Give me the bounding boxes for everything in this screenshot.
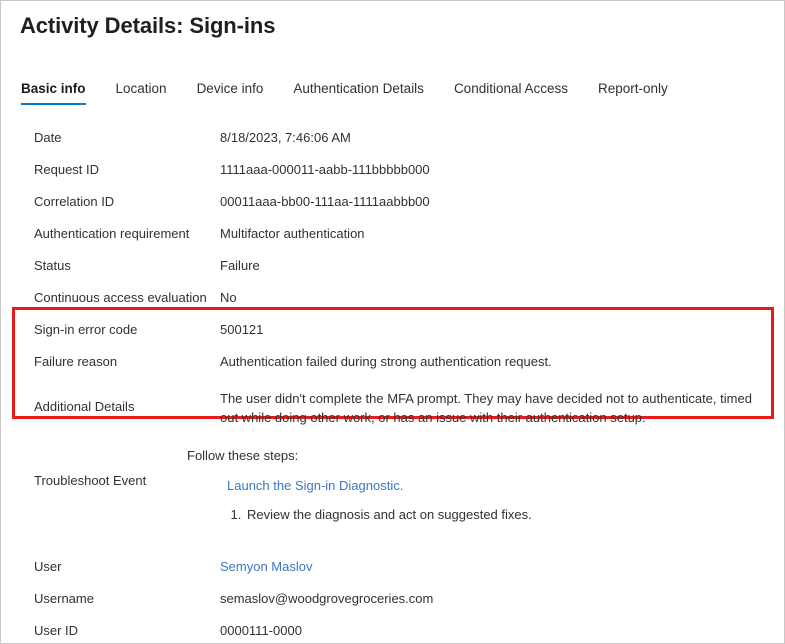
user-detail-rows: User Semyon Maslov Username semaslov@woo… bbox=[1, 550, 785, 644]
tab-basic-info[interactable]: Basic info bbox=[21, 81, 86, 105]
detail-value: No bbox=[220, 289, 785, 306]
detail-value: 00011aaa-bb00-111aa-1111aabbb00 bbox=[220, 193, 785, 210]
detail-label: Username bbox=[34, 590, 220, 607]
troubleshoot-label: Troubleshoot Event bbox=[1, 473, 187, 488]
detail-value: The user didn't complete the MFA prompt.… bbox=[220, 389, 767, 427]
detail-row-correlation-id: Correlation ID 00011aaa-bb00-111aa-1111a… bbox=[1, 185, 785, 217]
launch-sign-in-diagnostic-link[interactable]: Launch the Sign-in Diagnostic. bbox=[227, 478, 403, 493]
detail-label: Sign-in error code bbox=[34, 321, 220, 338]
detail-label: Date bbox=[34, 129, 220, 146]
troubleshoot-event-section: Troubleshoot Event Follow these steps: L… bbox=[1, 447, 785, 524]
detail-label: Additional Details bbox=[34, 398, 220, 415]
detail-label: Request ID bbox=[34, 161, 220, 178]
tab-conditional-access[interactable]: Conditional Access bbox=[454, 81, 568, 105]
tab-authentication-details[interactable]: Authentication Details bbox=[293, 81, 424, 105]
user-link[interactable]: Semyon Maslov bbox=[220, 559, 312, 574]
detail-row-sign-in-error-code: Sign-in error code 500121 bbox=[1, 313, 785, 345]
detail-label: User ID bbox=[34, 622, 220, 639]
detail-label: Authentication requirement bbox=[34, 225, 220, 242]
detail-label: Correlation ID bbox=[34, 193, 220, 210]
launch-diagnostic-link-wrapper: Launch the Sign-in Diagnostic. bbox=[187, 477, 785, 494]
detail-label: Continuous access evaluation bbox=[34, 289, 220, 306]
tab-label: Location bbox=[116, 81, 167, 96]
tab-device-info[interactable]: Device info bbox=[197, 81, 264, 105]
detail-row-username: Username semaslov@woodgrovegroceries.com bbox=[1, 582, 785, 614]
detail-rows: Date 8/18/2023, 7:46:06 AM Request ID 11… bbox=[1, 121, 785, 313]
detail-value: Failure bbox=[220, 257, 785, 274]
detail-label: Status bbox=[34, 257, 220, 274]
error-detail-rows: Sign-in error code 500121 Failure reason… bbox=[1, 313, 785, 427]
troubleshoot-steps: Review the diagnosis and act on suggeste… bbox=[187, 506, 785, 524]
detail-value: Authentication failed during strong auth… bbox=[220, 353, 767, 370]
detail-row-date: Date 8/18/2023, 7:46:06 AM bbox=[1, 121, 785, 153]
detail-value: semaslov@woodgrovegroceries.com bbox=[220, 590, 785, 607]
detail-value: Semyon Maslov bbox=[220, 558, 785, 575]
tab-label: Device info bbox=[197, 81, 264, 96]
detail-row-authentication-requirement: Authentication requirement Multifactor a… bbox=[1, 217, 785, 249]
detail-row-status: Status Failure bbox=[1, 249, 785, 281]
troubleshoot-intro: Follow these steps: bbox=[187, 447, 785, 464]
detail-value: 8/18/2023, 7:46:06 AM bbox=[220, 129, 785, 146]
tab-label: Conditional Access bbox=[454, 81, 568, 96]
page-title: Activity Details: Sign-ins bbox=[20, 13, 275, 39]
tab-bar: Basic info Location Device info Authenti… bbox=[21, 81, 668, 105]
detail-row-failure-reason: Failure reason Authentication failed dur… bbox=[1, 345, 785, 377]
troubleshoot-body: Follow these steps: Launch the Sign-in D… bbox=[187, 447, 785, 524]
detail-label: Failure reason bbox=[34, 353, 220, 370]
tab-label: Basic info bbox=[21, 81, 86, 96]
tab-label: Authentication Details bbox=[293, 81, 424, 96]
detail-value: 500121 bbox=[220, 321, 767, 338]
detail-row-user-id: User ID 0000111-0000 bbox=[1, 614, 785, 644]
detail-value: 0000111-0000 bbox=[220, 622, 785, 639]
detail-value: Multifactor authentication bbox=[220, 225, 785, 242]
detail-row-user: User Semyon Maslov bbox=[1, 550, 785, 582]
detail-row-request-id: Request ID 1111aaa-000011-aabb-111bbbbb0… bbox=[1, 153, 785, 185]
detail-row-additional-details: Additional Details The user didn't compl… bbox=[1, 377, 785, 427]
activity-details-panel: Activity Details: Sign-ins Basic info Lo… bbox=[0, 0, 785, 644]
tab-location[interactable]: Location bbox=[116, 81, 167, 105]
detail-label: User bbox=[34, 558, 220, 575]
detail-row-continuous-access-evaluation: Continuous access evaluation No bbox=[1, 281, 785, 313]
troubleshoot-step: Review the diagnosis and act on suggeste… bbox=[245, 506, 785, 524]
tab-report-only[interactable]: Report-only bbox=[598, 81, 668, 105]
detail-value: 1111aaa-000011-aabb-111bbbbb000 bbox=[220, 161, 785, 178]
tab-label: Report-only bbox=[598, 81, 668, 96]
